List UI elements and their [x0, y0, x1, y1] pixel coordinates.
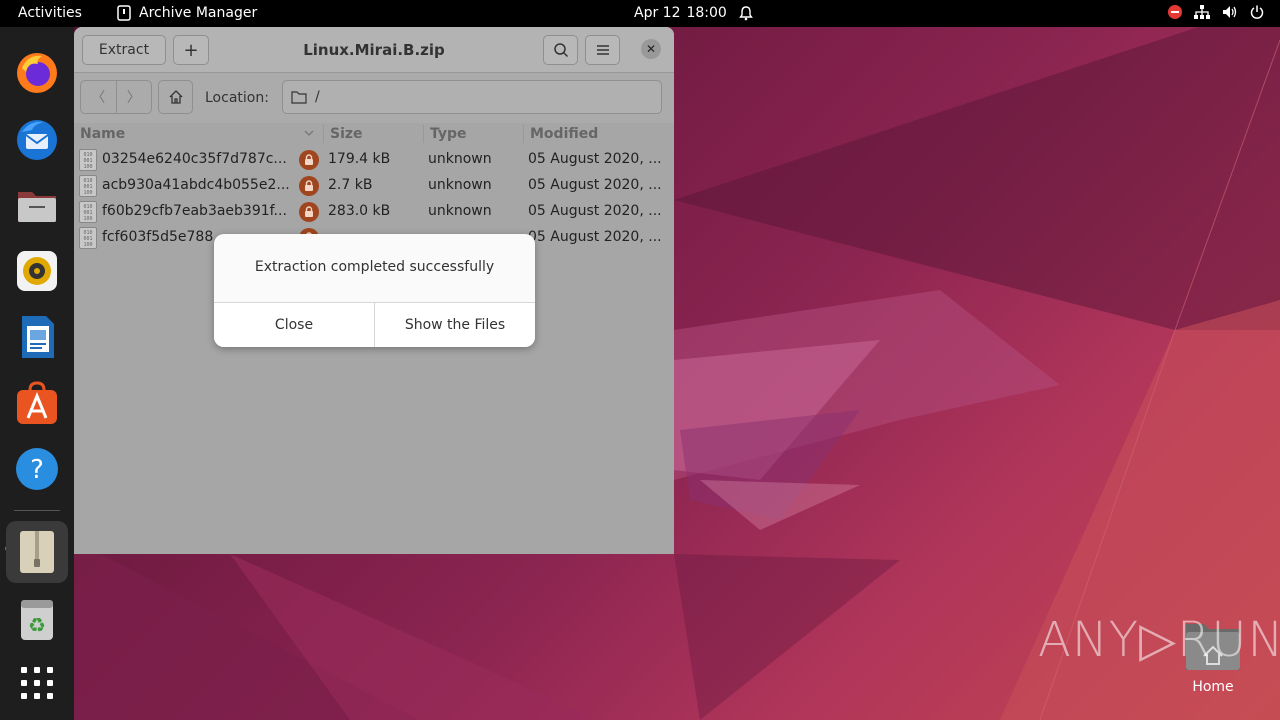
column-headers: Name Size Type Modified [74, 123, 674, 145]
location-label: Location: [205, 90, 269, 106]
activities-button[interactable]: Activities [18, 5, 82, 21]
archive-manager-icon [117, 5, 131, 21]
column-size[interactable]: Size [330, 126, 363, 142]
location-path: / [315, 89, 320, 105]
show-apps-icon[interactable] [11, 657, 63, 709]
file-row[interactable]: 010 001 100 acb930a41abdc4b055e2... 2.7 kB… [74, 173, 674, 199]
file-modified: 05 August 2020, ... [528, 229, 662, 245]
forward-button[interactable]: 〉 [117, 81, 152, 113]
file-modified: 05 August 2020, ... [528, 151, 662, 167]
trash-icon[interactable]: ♻ [11, 593, 63, 645]
home-icon [169, 90, 182, 104]
dock: ? ♻ [0, 27, 74, 720]
window-close-button[interactable]: ✕ [641, 39, 661, 59]
notification-bell-icon[interactable] [738, 5, 754, 21]
binary-file-icon: 010 001 100 [79, 149, 97, 171]
anyrun-watermark: ANY▷RUN [1038, 612, 1280, 668]
chevron-left-icon: 〈 [91, 90, 106, 106]
file-type: unknown [428, 203, 492, 219]
thunderbird-icon[interactable] [11, 113, 63, 165]
encrypted-lock-icon [299, 150, 319, 170]
files-icon[interactable] [11, 179, 63, 231]
column-type[interactable]: Type [430, 126, 467, 142]
file-type: unknown [428, 177, 492, 193]
file-row[interactable]: 010 001 100 f60b29cfb7eab3aeb391f... 283.0… [74, 199, 674, 225]
chevron-right-icon: 〉 [126, 90, 141, 106]
app-center-icon[interactable] [11, 377, 63, 429]
binary-file-icon: 010 001 100 [79, 175, 97, 197]
close-button[interactable]: Close [214, 303, 375, 347]
dock-separator [14, 510, 60, 511]
hamburger-menu-icon [596, 45, 609, 55]
file-modified: 05 August 2020, ... [528, 203, 662, 219]
dialog-buttons: Close Show the Files [214, 302, 535, 347]
sort-chevron-down-icon [304, 130, 314, 136]
menu-button[interactable] [585, 35, 620, 65]
network-icon [1194, 5, 1210, 19]
archive-manager-dock-icon[interactable] [6, 521, 68, 583]
top-bar: Activities Archive Manager Apr 12 18:00 [0, 0, 1280, 27]
firefox-icon[interactable] [11, 47, 63, 99]
extract-button[interactable]: Extract [82, 35, 166, 65]
binary-file-icon: 010 001 100 [79, 227, 97, 249]
svg-text:?: ? [30, 455, 44, 485]
column-modified[interactable]: Modified [530, 126, 598, 142]
binary-file-icon: 010 001 100 [79, 201, 97, 223]
volume-icon [1223, 6, 1237, 18]
power-icon [1250, 5, 1264, 19]
file-row[interactable]: 010 001 100 03254e6240c35f7d787c... 179.4 … [74, 147, 674, 173]
add-files-button[interactable]: + [173, 35, 209, 65]
app-menu[interactable]: Archive Manager [117, 5, 257, 21]
file-size: 283.0 kB [328, 203, 391, 219]
column-separator [323, 125, 324, 143]
writer-icon[interactable] [11, 311, 63, 363]
clock-time: 18:00 [686, 5, 727, 21]
file-name: 03254e6240c35f7d787c... [102, 151, 287, 167]
app-menu-label: Archive Manager [139, 5, 258, 21]
file-modified: 05 August 2020, ... [528, 177, 662, 193]
file-size: 2.7 kB [328, 177, 373, 193]
location-bar: 〈 〉 Location: / [74, 73, 674, 123]
file-type: unknown [428, 151, 492, 167]
rhythmbox-icon[interactable] [11, 245, 63, 297]
extraction-complete-dialog: Extraction completed successfully Close … [214, 234, 535, 347]
file-name: f60b29cfb7eab3aeb391f... [102, 203, 287, 219]
search-icon [553, 43, 568, 58]
column-name[interactable]: Name [80, 126, 125, 142]
show-files-button[interactable]: Show the Files [375, 303, 535, 347]
system-tray[interactable] [1168, 5, 1264, 19]
column-separator [523, 125, 524, 143]
file-size: 179.4 kB [328, 151, 391, 167]
location-field[interactable]: / [282, 80, 662, 114]
folder-icon [291, 91, 307, 104]
home-folder-label: Home [1192, 679, 1234, 695]
do-not-disturb-icon [1168, 5, 1182, 19]
back-button[interactable]: 〈 [81, 81, 117, 113]
file-name: acb930a41abdc4b055e2... [102, 177, 290, 193]
column-separator [423, 125, 424, 143]
svg-text:♻: ♻ [28, 613, 46, 637]
help-icon[interactable]: ? [11, 443, 63, 495]
dialog-message: Extraction completed successfully [254, 259, 495, 275]
close-icon: ✕ [645, 42, 657, 56]
navigation-buttons: 〈 〉 [80, 80, 152, 114]
clock[interactable]: Apr 12 18:00 [634, 5, 727, 21]
search-button[interactable] [543, 35, 578, 65]
header-bar: Extract + Linux.Mirai.B.zip ✕ [74, 27, 674, 73]
clock-date: Apr 12 [634, 5, 681, 21]
encrypted-lock-icon [299, 176, 319, 196]
encrypted-lock-icon [299, 202, 319, 222]
home-button[interactable] [158, 80, 193, 114]
